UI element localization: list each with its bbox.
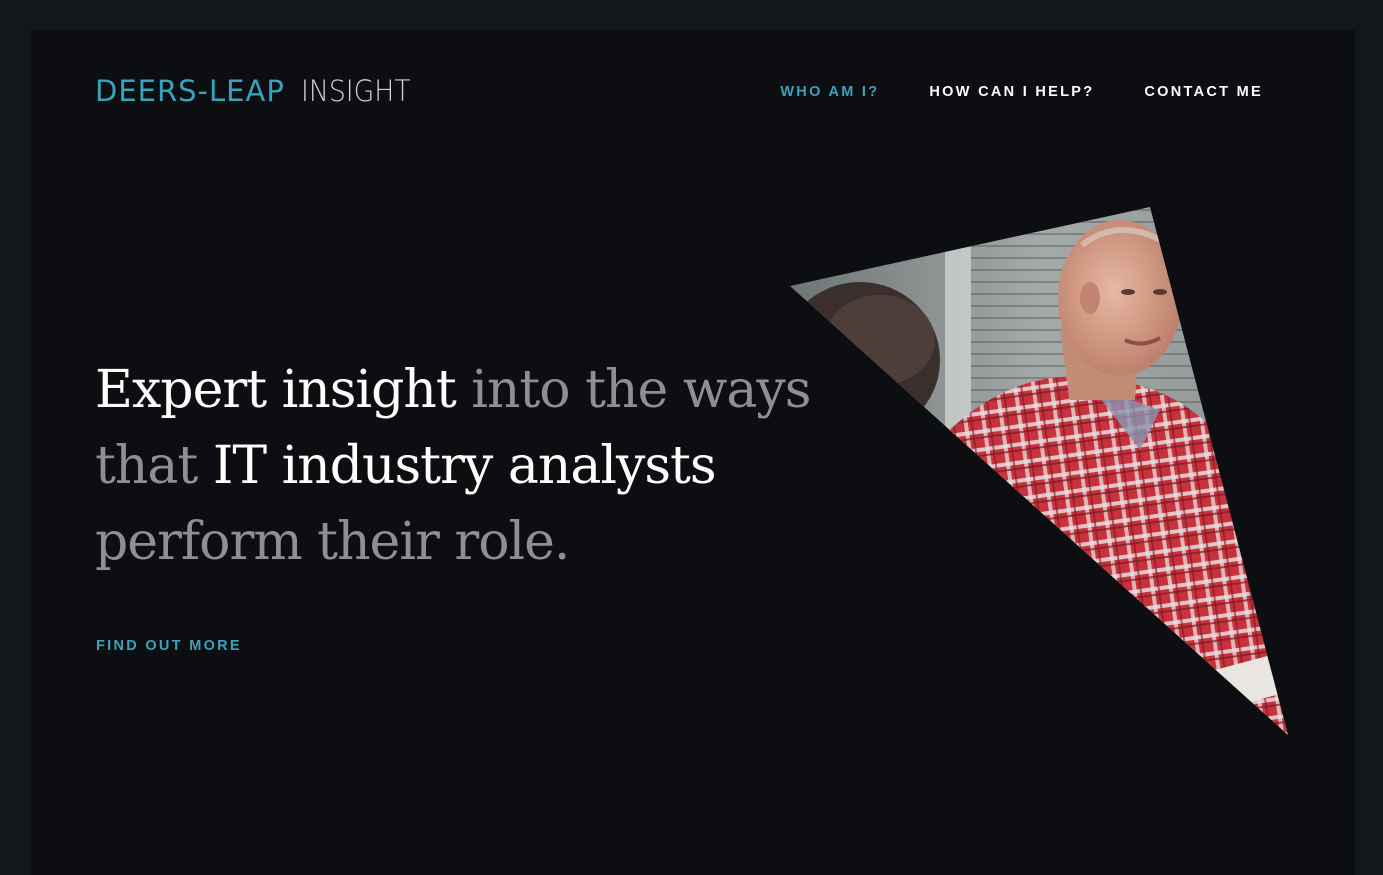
find-out-more-link[interactable]: FIND OUT MORE — [96, 638, 242, 654]
headline-part-3: IT industry analysts — [212, 436, 717, 496]
site-logo[interactable]: DEERS-LEAP INSIGHT — [95, 74, 420, 108]
main-nav: WHO AM I? HOW CAN I HELP? CONTACT ME — [780, 84, 1263, 100]
hero-headline: Expert insight into the ways that IT ind… — [95, 352, 815, 580]
logo-brand-text: DEERS-LEAP — [95, 74, 285, 108]
headline-part-1: Expert insight — [95, 360, 457, 420]
logo-product-text: INSIGHT — [300, 74, 411, 108]
nav-item-contact-me[interactable]: CONTACT ME — [1144, 84, 1263, 100]
nav-item-who-am-i[interactable]: WHO AM I? — [780, 84, 879, 100]
nav-item-how-can-i-help[interactable]: HOW CAN I HELP? — [929, 84, 1094, 100]
headline-part-4: perform their role. — [95, 512, 570, 572]
page-frame: DEERS-LEAP INSIGHT WHO AM I? HOW CAN I H… — [30, 30, 1355, 875]
